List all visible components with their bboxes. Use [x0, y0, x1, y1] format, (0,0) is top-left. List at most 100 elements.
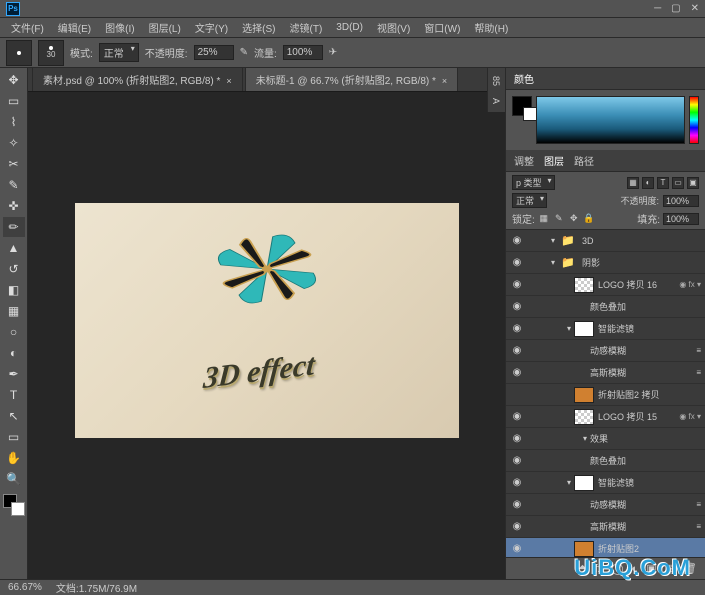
wand-tool[interactable]: ✧: [3, 133, 25, 153]
visibility-icon[interactable]: ◉: [506, 367, 528, 378]
layer-row[interactable]: ◉▾效果: [506, 428, 705, 450]
menu-filter[interactable]: 滤镜(T): [285, 18, 328, 37]
layer-row[interactable]: ◉ ▾📁 阴影: [506, 252, 705, 274]
close-icon[interactable]: ×: [226, 76, 231, 86]
layer-name[interactable]: LOGO 拷贝 16: [598, 278, 676, 291]
visibility-icon[interactable]: ◉: [506, 433, 528, 444]
color-tab[interactable]: 颜色: [514, 71, 534, 86]
visibility-icon[interactable]: ◉: [506, 323, 528, 334]
adjust-tab[interactable]: 调整: [514, 153, 534, 168]
layer-row[interactable]: ◉颜色叠加: [506, 450, 705, 472]
layer-thumbnail[interactable]: [574, 409, 594, 425]
expand-icon[interactable]: ▾: [564, 324, 574, 333]
eraser-tool[interactable]: ◧: [3, 280, 25, 300]
background-color[interactable]: [11, 502, 25, 516]
brush-preset-button[interactable]: 30: [38, 40, 64, 66]
tool-preset-button[interactable]: [6, 40, 32, 66]
menu-help[interactable]: 帮助(H): [469, 18, 513, 37]
opacity-pressure-icon[interactable]: ✎: [240, 47, 248, 58]
zoom-level[interactable]: 66.67%: [8, 582, 42, 593]
gradient-tool[interactable]: ▦: [3, 301, 25, 321]
zoom-tool[interactable]: 🔍: [3, 469, 25, 489]
menu-view[interactable]: 视图(V): [372, 18, 415, 37]
layer-name[interactable]: 颜色叠加: [590, 300, 701, 313]
expand-icon[interactable]: ▾: [564, 478, 574, 487]
visibility-icon[interactable]: ◉: [506, 257, 528, 268]
layer-name[interactable]: 折射贴图2 拷贝: [598, 388, 701, 401]
menu-layer[interactable]: 图层(L): [144, 18, 186, 37]
layer-thumbnail[interactable]: [574, 321, 594, 337]
history-brush-tool[interactable]: ↺: [3, 259, 25, 279]
menu-image[interactable]: 图像(I): [100, 18, 139, 37]
airbrush-icon[interactable]: ✈: [329, 47, 337, 58]
visibility-icon[interactable]: ◉: [506, 543, 528, 554]
layer-name[interactable]: 智能滤镜: [598, 476, 701, 489]
expand-icon[interactable]: ▾: [548, 258, 558, 267]
layers-tab[interactable]: 图层: [544, 153, 564, 168]
layer-name[interactable]: 动感模糊: [590, 498, 694, 511]
layer-list[interactable]: ◉▾📁3D◉▾📁阴影◉LOGO 拷贝 16◉ fx ▾◉颜色叠加◉▾智能滤镜◉动…: [506, 230, 705, 557]
color-swatches[interactable]: [3, 494, 25, 516]
layer-row[interactable]: ◉ 高斯模糊≡: [506, 362, 705, 384]
layer-name[interactable]: 阴影: [582, 256, 701, 269]
eyedropper-tool[interactable]: ✎: [3, 175, 25, 195]
blend-mode-select[interactable]: 正常: [99, 43, 139, 62]
maximize-button[interactable]: ▢: [671, 3, 680, 14]
menu-select[interactable]: 选择(S): [237, 18, 280, 37]
document-tab-1[interactable]: 未标题-1 @ 66.7% (折射贴图2, RGB/8) *×: [245, 67, 458, 91]
layer-row[interactable]: ◉▾智能滤镜: [506, 318, 705, 340]
visibility-icon[interactable]: ◉: [506, 301, 528, 312]
menu-type[interactable]: 文字(Y): [190, 18, 233, 37]
visibility-icon[interactable]: ◉: [506, 455, 528, 466]
layer-thumbnail[interactable]: 📁: [558, 255, 578, 271]
visibility-icon[interactable]: ◉: [506, 345, 528, 356]
layer-thumbnail[interactable]: [574, 387, 594, 403]
lock-paint-icon[interactable]: ✎: [553, 213, 565, 225]
marquee-tool[interactable]: ▭: [3, 91, 25, 111]
layer-name[interactable]: 折射贴图2: [598, 542, 701, 555]
menu-edit[interactable]: 编辑(E): [53, 18, 96, 37]
layer-name[interactable]: 3D: [582, 236, 701, 246]
opacity-input[interactable]: 25%: [194, 45, 234, 60]
vtab-0[interactable]: 85: [490, 74, 503, 88]
blur-tool[interactable]: ○: [3, 322, 25, 342]
heal-tool[interactable]: ✜: [3, 196, 25, 216]
layer-row[interactable]: ◉ ▾📁 3D: [506, 230, 705, 252]
visibility-icon[interactable]: ◉: [506, 389, 528, 400]
layer-row[interactable]: ◉▾智能滤镜: [506, 472, 705, 494]
minimize-button[interactable]: ─: [654, 3, 661, 14]
path-tool[interactable]: ↖: [3, 406, 25, 426]
filter-smart-icon[interactable]: ▣: [687, 177, 699, 189]
filter-options-icon[interactable]: ≡: [696, 368, 701, 377]
layer-row[interactable]: ◉ 折射贴图2 拷贝: [506, 384, 705, 406]
color-picker[interactable]: [536, 96, 685, 144]
layer-name[interactable]: 动感模糊: [590, 344, 694, 357]
fx-badge[interactable]: ◉ fx ▾: [679, 412, 701, 421]
layer-name[interactable]: LOGO 拷贝 15: [598, 410, 676, 423]
stamp-tool[interactable]: ▲: [3, 238, 25, 258]
expand-icon[interactable]: ▾: [548, 236, 558, 245]
filter-adjust-icon[interactable]: ◐: [642, 177, 654, 189]
color-swatch-icon[interactable]: [512, 96, 532, 116]
layer-kind-select[interactable]: p 类型: [512, 175, 555, 190]
hue-slider[interactable]: [689, 96, 699, 144]
type-tool[interactable]: T: [3, 385, 25, 405]
layer-row[interactable]: ◉LOGO 拷贝 16◉ fx ▾: [506, 274, 705, 296]
paths-tab[interactable]: 路径: [574, 153, 594, 168]
visibility-icon[interactable]: ◉: [506, 235, 528, 246]
layer-name[interactable]: 效果: [590, 432, 701, 445]
visibility-icon[interactable]: ◉: [506, 279, 528, 290]
visibility-icon[interactable]: ◉: [506, 521, 528, 532]
vtab-1[interactable]: A: [490, 96, 503, 106]
layer-name[interactable]: 高斯模糊: [590, 366, 694, 379]
visibility-icon[interactable]: ◉: [506, 411, 528, 422]
canvas-area[interactable]: 3D effect: [28, 92, 505, 579]
canvas[interactable]: 3D effect: [75, 203, 459, 438]
close-button[interactable]: ✕: [691, 3, 699, 14]
move-tool[interactable]: ✥: [3, 70, 25, 90]
layer-opacity-input[interactable]: 100%: [663, 195, 699, 207]
lock-pos-icon[interactable]: ✥: [568, 213, 580, 225]
layer-thumbnail[interactable]: 📁: [558, 233, 578, 249]
dodge-tool[interactable]: ◐: [3, 343, 25, 363]
layer-row[interactable]: ◉动感模糊≡: [506, 340, 705, 362]
